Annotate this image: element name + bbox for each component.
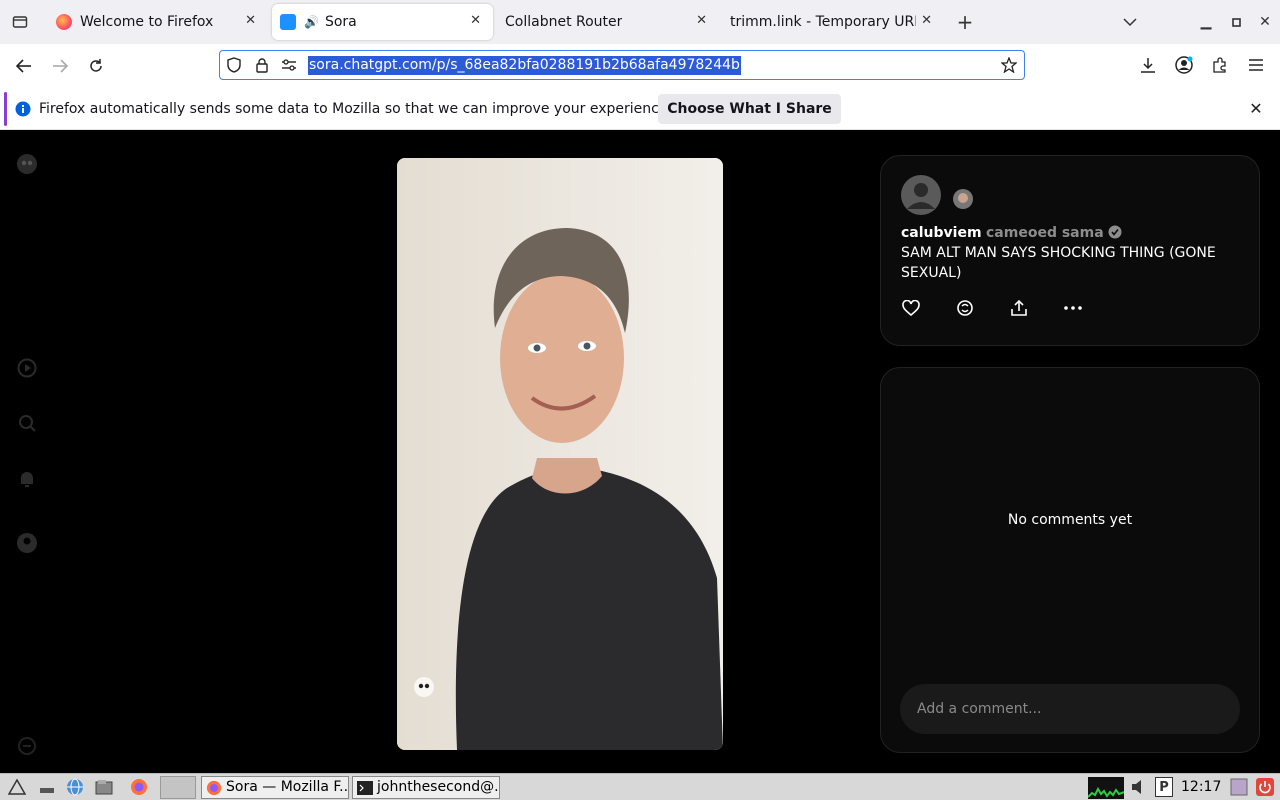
firefox-window-icon (206, 780, 222, 795)
close-notification-icon[interactable]: ✕ (1247, 99, 1265, 118)
choose-what-i-share-button[interactable]: Choose What I Share (658, 94, 841, 124)
forward-icon[interactable] (50, 56, 70, 76)
video-frame-image (397, 158, 723, 750)
show-desktop-icon[interactable] (36, 777, 58, 797)
sora-favicon-icon (280, 14, 296, 30)
list-all-tabs-icon[interactable] (1120, 12, 1140, 32)
comment-input[interactable]: Add a comment... (900, 684, 1240, 734)
power-icon[interactable] (1255, 777, 1275, 797)
os-taskbar: Sora — Mozilla F... johnthesecond@... P … (0, 773, 1280, 800)
more-options-icon[interactable] (1062, 297, 1084, 319)
network-globe-icon[interactable] (64, 777, 86, 797)
file-manager-icon[interactable] (93, 777, 115, 797)
reload-icon[interactable] (86, 56, 106, 76)
video-player[interactable] (397, 158, 723, 750)
username-link[interactable]: calubviem (901, 225, 982, 241)
maximize-window-icon[interactable] (1226, 12, 1246, 32)
heart-icon[interactable] (900, 297, 922, 319)
tab-sora[interactable]: 🔊 Sora ✕ (272, 4, 493, 40)
remix-icon[interactable] (954, 297, 976, 319)
taskbar-window-label: johnthesecond@... (377, 779, 500, 795)
close-tab-icon[interactable]: ✕ (696, 13, 707, 28)
terminal-window-icon (357, 780, 373, 795)
search-icon[interactable] (16, 412, 38, 434)
address-bar[interactable]: sora.chatgpt.com/p/s_68ea82bfa0288191b2b… (219, 50, 1025, 80)
play-icon[interactable] (16, 357, 38, 379)
cameo-text[interactable]: cameoed sama (986, 225, 1104, 241)
no-comments-text: No comments yet (1007, 512, 1133, 528)
volume-icon[interactable] (1128, 777, 1150, 797)
downloads-icon[interactable] (1137, 54, 1159, 76)
close-window-icon[interactable]: ✕ (1255, 12, 1275, 32)
close-tab-icon[interactable]: ✕ (470, 13, 481, 28)
taskbar-window-firefox[interactable]: Sora — Mozilla F... (201, 776, 349, 799)
user-session-icon[interactable] (1229, 777, 1249, 797)
avatar[interactable] (901, 175, 941, 215)
tab-label: trimm.link - Temporary URL (730, 14, 916, 30)
post-attribution: calubviem cameoed sama (901, 224, 1122, 242)
extensions-icon[interactable] (1209, 54, 1231, 76)
start-menu-icon[interactable] (6, 777, 28, 797)
account-icon[interactable] (1173, 54, 1195, 76)
firefox-view-icon[interactable] (10, 12, 30, 32)
tab-label: Collabnet Router (505, 14, 623, 30)
keyboard-layout-indicator-icon[interactable]: P (1155, 777, 1173, 797)
new-tab-button[interactable]: + (953, 10, 977, 34)
taskbar-window-terminal[interactable]: johnthesecond@... (352, 776, 500, 799)
tracking-protection-shield-icon[interactable] (225, 56, 243, 74)
close-tab-icon[interactable]: ✕ (921, 13, 932, 28)
tab-bar: Welcome to Firefox ✕ 🔊 Sora ✕ Collabnet … (0, 0, 1280, 44)
notification-accent (4, 92, 7, 126)
clock[interactable]: 12:17 (1181, 779, 1221, 795)
post-caption: SAM ALT MAN SAYS SHOCKING THING (GONE SE… (901, 245, 1216, 281)
speaker-icon[interactable]: 🔊 (304, 15, 319, 29)
sora-logo-icon[interactable] (16, 153, 38, 175)
sora-watermark-icon (413, 676, 435, 698)
url-text[interactable]: sora.chatgpt.com/p/s_68ea82bfa0288191b2b… (308, 56, 741, 75)
bookmark-star-icon[interactable] (1000, 56, 1018, 74)
taskbar-window-label: Sora — Mozilla F... (226, 779, 349, 795)
firefox-launcher-icon[interactable] (128, 777, 150, 797)
notifications-bell-icon[interactable] (16, 468, 38, 490)
tab-trimm[interactable]: trimm.link - Temporary URL ✕ (722, 0, 944, 44)
permissions-icon[interactable] (280, 56, 298, 74)
info-icon (15, 101, 31, 117)
firefox-favicon-icon (56, 14, 72, 30)
data-notification-bar: Firefox automatically sends some data to… (0, 88, 1280, 130)
verified-badge-icon (1108, 225, 1122, 239)
back-icon[interactable] (14, 56, 34, 76)
workspace-switcher[interactable] (160, 776, 196, 799)
menu-hamburger-icon[interactable] (1245, 54, 1267, 76)
tab-label: Welcome to Firefox (80, 14, 214, 30)
lock-icon[interactable] (253, 56, 271, 74)
tab-welcome[interactable]: Welcome to Firefox ✕ (48, 0, 268, 44)
tab-collabnet[interactable]: Collabnet Router ✕ (497, 0, 719, 44)
profile-icon[interactable] (16, 532, 38, 554)
cameo-avatar[interactable] (953, 189, 973, 209)
minimize-window-icon[interactable]: ▁ (1196, 12, 1216, 32)
tab-label: Sora (324, 14, 357, 30)
cpu-monitor-graph (1088, 777, 1124, 799)
share-icon[interactable] (1008, 297, 1030, 319)
settings-icon[interactable] (16, 735, 38, 757)
close-tab-icon[interactable]: ✕ (245, 13, 256, 28)
notification-text: Firefox automatically sends some data to… (39, 101, 672, 117)
